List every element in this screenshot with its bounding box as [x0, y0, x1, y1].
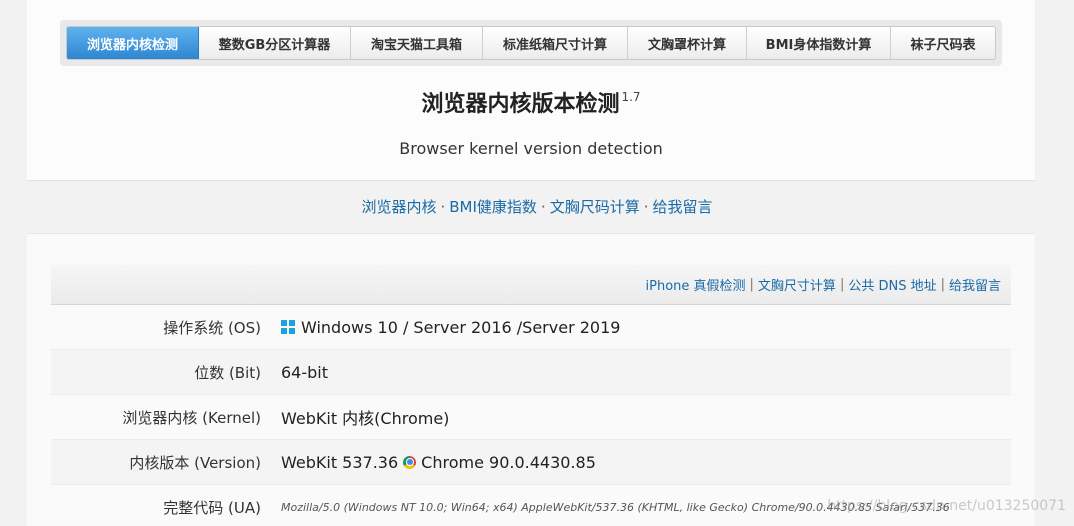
link-public-dns[interactable]: 公共 DNS 地址: [848, 275, 936, 294]
row-os: 操作系统 (OS) Windows 10 / Server 2016 /Serv…: [51, 305, 1011, 350]
link-separator: |: [940, 277, 945, 292]
row-value-bit: 64-bit: [281, 362, 329, 382]
header-card: 浏览器内核检测 整数GB分区计算器 淘宝天猫工具箱 标准纸箱尺寸计算 文胸罩杯计…: [27, 0, 1035, 181]
quick-link-separator: ·: [440, 198, 446, 216]
chrome-icon: [403, 455, 417, 469]
info-link-bar: iPhone 真假检测 | 文胸尺寸计算 | 公共 DNS 地址 | 给我留言: [51, 265, 1011, 305]
quick-link-bra-size[interactable]: 文胸尺码计算: [550, 198, 640, 216]
windows-icon: [281, 320, 295, 334]
content-card: iPhone 真假检测 | 文胸尺寸计算 | 公共 DNS 地址 | 给我留言 操作系统 (…: [27, 233, 1035, 526]
row-label-os: 操作系统 (OS): [163, 318, 261, 337]
quick-links: 浏览器内核 · BMI健康指数 · 文胸尺码计算 · 给我留言: [0, 196, 1074, 217]
row-kernel: 浏览器内核 (Kernel) WebKit 内核(Chrome): [51, 395, 1011, 440]
tab-browser-kernel-detect[interactable]: 浏览器内核检测: [67, 27, 199, 59]
quick-link-bmi[interactable]: BMI健康指数: [449, 198, 537, 216]
link-bra-size[interactable]: 文胸尺寸计算: [758, 275, 836, 294]
version-number: 1.7: [621, 90, 641, 104]
chrome-version-text: Chrome 90.0.4430.85: [421, 452, 596, 472]
quick-link-browser-kernel[interactable]: 浏览器内核: [361, 198, 436, 216]
page-title: 浏览器内核版本检测 1.7: [27, 86, 1035, 118]
row-label-kernel: 浏览器内核 (Kernel): [122, 408, 261, 427]
row-value-ua: Mozilla/5.0 (Windows NT 10.0; Win64; x64…: [281, 500, 950, 514]
row-value-kernel: WebKit 内核(Chrome): [281, 409, 450, 428]
tab-taobao-toolbox[interactable]: 淘宝天猫工具箱: [351, 27, 483, 59]
quick-link-separator: ·: [540, 198, 546, 216]
tab-bmi-calculator[interactable]: BMI身体指数计算: [747, 27, 891, 59]
row-label-version: 内核版本 (Version): [129, 453, 261, 472]
quick-link-leave-message[interactable]: 给我留言: [653, 198, 713, 216]
webkit-version-text: WebKit 537.36: [281, 452, 399, 472]
quick-link-separator: ·: [643, 198, 649, 216]
row-value-os: Windows 10 / Server 2016 /Server 2019: [281, 318, 1011, 337]
row-ua: 完整代码 (UA) Mozilla/5.0 (Windows NT 10.0; …: [51, 485, 1011, 526]
link-separator: |: [839, 277, 845, 292]
os-value-text: Windows 10 / Server 2016 /Server 2019: [301, 317, 621, 337]
page-title-text: 浏览器内核版本检测: [421, 92, 620, 117]
link-separator: |: [749, 277, 754, 292]
page-subtitle: Browser kernel version detection: [399, 139, 663, 158]
detection-table: iPhone 真假检测 | 文胸尺寸计算 | 公共 DNS 地址 | 给我留言 操作系统 (…: [51, 265, 1011, 526]
row-value-version: WebKit 537.36 Chrome 90.0.4430.85: [281, 453, 1011, 472]
tab-gb-partition-calculator[interactable]: 整数GB分区计算器: [199, 27, 351, 59]
row-label-bit: 位数 (Bit): [194, 363, 261, 382]
tool-tabs: 浏览器内核检测 整数GB分区计算器 淘宝天猫工具箱 标准纸箱尺寸计算 文胸罩杯计…: [66, 26, 996, 60]
row-version: 内核版本 (Version) WebKit 537.36 Chrome 90.0…: [51, 440, 1011, 485]
tab-sock-size-chart[interactable]: 袜子尺码表: [891, 27, 995, 59]
link-iphone-check[interactable]: iPhone 真假检测: [646, 275, 746, 294]
row-label-ua: 完整代码 (UA): [163, 498, 261, 517]
link-leave-message[interactable]: 给我留言: [949, 275, 1001, 294]
tab-carton-size-calculator[interactable]: 标准纸箱尺寸计算: [483, 27, 628, 59]
row-bit: 位数 (Bit) 64-bit: [51, 350, 1011, 395]
tab-bra-cup-calculator[interactable]: 文胸罩杯计算: [628, 27, 747, 59]
tool-tab-bar: 浏览器内核检测 整数GB分区计算器 淘宝天猫工具箱 标准纸箱尺寸计算 文胸罩杯计…: [60, 20, 1002, 66]
